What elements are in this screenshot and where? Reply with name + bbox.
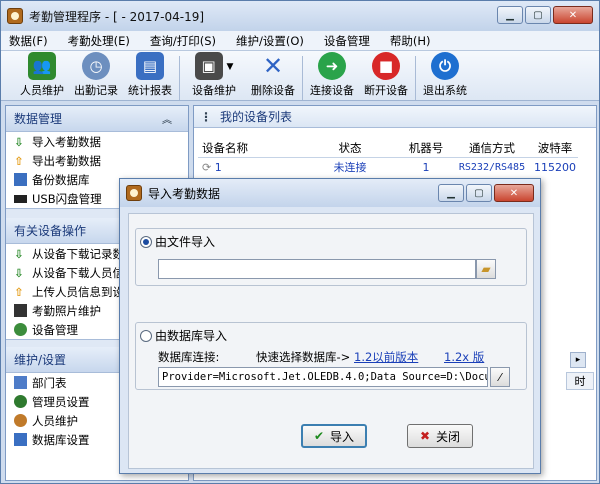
table-header: 设备名称 状态 机器号 通信方式 波特率 (198, 140, 578, 158)
toolbar-users-button[interactable]: 👥 人员维护 (15, 52, 69, 100)
power-icon: ⏻ (431, 52, 459, 80)
device-icon: ⟳ (202, 160, 212, 174)
disconnect-icon: ■ (372, 52, 400, 80)
clock-icon: ◷ (82, 52, 110, 80)
file-import-group: 由文件导入 ▰ (135, 228, 527, 286)
import-button[interactable]: ✔ 导入 (301, 424, 367, 448)
quick-select-label: 快速选择数据库-> (256, 350, 351, 364)
down-arrow-icon: ⇩ (14, 247, 24, 261)
connect-icon: ➜ (318, 52, 346, 80)
device-table: 设备名称 状态 机器号 通信方式 波特率 ⟳ 1 未连接 1 RS232/RS4… (198, 140, 578, 176)
report-icon: ▤ (136, 52, 164, 80)
title-bar: 考勤管理程序 - [ - 2017-04-19] ▁ ▢ ✕ (1, 1, 599, 31)
sidebar-item-import[interactable]: ⇩ 导入考勤数据 (6, 132, 188, 151)
x-icon: ✖ (419, 429, 431, 443)
window-title: 考勤管理程序 - [ - 2017-04-19] (29, 9, 205, 24)
down-arrow-icon: ⇩ (14, 135, 24, 149)
dialog-body: 由文件导入 ▰ 由数据库导入 数据库连接: 快速选择数据库-> 1.2以前版本 … (128, 213, 534, 469)
close-button[interactable]: ✕ (553, 6, 593, 24)
link-new-version[interactable]: 1.2x 版 (444, 349, 484, 365)
dialog-minimize-button[interactable]: ▁ (438, 184, 464, 202)
from-db-radio[interactable]: 由数据库导入 (140, 327, 227, 344)
toolbar-attendance-button[interactable]: ◷ 出勤记录 (69, 52, 123, 100)
checkmark-icon: ✔ (313, 429, 325, 443)
down-arrow-icon: ⇩ (14, 266, 24, 280)
connection-string-input[interactable]: Provider=Microsoft.Jet.OLEDB.4.0;Data So… (158, 367, 488, 387)
dialog-maximize-button[interactable]: ▢ (466, 184, 492, 202)
users-icon: 👥 (28, 52, 56, 80)
link-old-version[interactable]: 1.2以前版本 (354, 349, 418, 365)
sidebar-item-export[interactable]: ⇧ 导出考勤数据 (6, 151, 188, 170)
db-connection-label: 数据库连接: (158, 350, 220, 364)
photo-icon (14, 304, 27, 317)
backup-icon (14, 173, 27, 186)
maximize-button[interactable]: ▢ (525, 6, 551, 24)
app-icon (7, 8, 23, 24)
folder-open-icon[interactable]: ▰ (476, 259, 496, 279)
toolbar-separator (415, 56, 416, 100)
dialog-close-action-button[interactable]: ✖ 关闭 (407, 424, 473, 448)
toolbar-delete-device-button[interactable]: ✕ 删除设备 (246, 52, 300, 100)
toolbar-connect-button[interactable]: ➜ 连接设备 (305, 52, 359, 100)
collapse-icon[interactable]: ︽ (162, 111, 172, 126)
menu-query-print[interactable]: 查询/打印(S) (150, 33, 216, 49)
dialog-title-bar: 导入考勤数据 ▁ ▢ ✕ (120, 179, 540, 207)
file-path-input[interactable] (158, 259, 476, 279)
column-header-time: 时 (566, 372, 594, 390)
menu-maintenance[interactable]: 维护/设置(O) (236, 33, 304, 49)
up-arrow-icon: ⇧ (14, 285, 24, 299)
grip-icon: ⋮ (200, 109, 212, 124)
radio-selected-icon (140, 235, 152, 248)
minimize-button[interactable]: ▁ (497, 6, 523, 24)
toolbar-exit-button[interactable]: ⏻ 退出系统 (418, 52, 472, 100)
toolbar-separator (302, 56, 303, 100)
dialog-close-button[interactable]: ✕ (494, 184, 534, 202)
sidebar-section-header[interactable]: 数据管理 ︽ (6, 106, 188, 132)
users-icon (14, 414, 27, 427)
menu-data[interactable]: 数据(F) (9, 33, 48, 49)
menu-help[interactable]: 帮助(H) (390, 33, 431, 49)
gear-icon (14, 323, 27, 336)
toolbar: 👥 人员维护 ◷ 出勤记录 ▤ 统计报表 ▣ ▼ 设备维护 ✕ 删除设备 ➜ 连… (1, 51, 599, 101)
table-row[interactable]: ⟳ 1 未连接 1 RS232/RS485 115200 (198, 158, 578, 176)
radio-unselected-icon (140, 329, 152, 342)
up-arrow-icon: ⇧ (14, 154, 24, 168)
usb-icon (14, 194, 27, 203)
database-icon (14, 433, 27, 446)
delete-x-icon: ✕ (262, 52, 284, 80)
menu-attendance[interactable]: 考勤处理(E) (68, 33, 130, 49)
menu-device[interactable]: 设备管理 (324, 33, 370, 49)
admin-icon (14, 395, 27, 408)
dropdown-arrow-icon[interactable]: ▼ (227, 62, 234, 72)
toolbar-disconnect-button[interactable]: ■ 断开设备 (359, 52, 413, 100)
db-import-group: 由数据库导入 数据库连接: 快速选择数据库-> 1.2以前版本 1.2x 版 P… (135, 322, 527, 390)
device-icon: ▣ (194, 52, 223, 80)
import-dialog: 导入考勤数据 ▁ ▢ ✕ 由文件导入 ▰ 由数据库导入 数据库连接: 快速选择数… (119, 178, 541, 474)
db-browse-icon[interactable]: ⁄ (490, 367, 510, 387)
main-window: 考勤管理程序 - [ - 2017-04-19] ▁ ▢ ✕ 数据(F) 考勤处… (0, 0, 600, 484)
from-file-radio[interactable]: 由文件导入 (140, 233, 215, 250)
toolbar-separator (179, 56, 180, 100)
device-list-header: ⋮ 我的设备列表 (194, 106, 596, 128)
menu-bar: 数据(F) 考勤处理(E) 查询/打印(S) 维护/设置(O) 设备管理 帮助(… (1, 31, 599, 51)
toolbar-report-button[interactable]: ▤ 统计报表 (123, 52, 177, 100)
scroll-right-button[interactable]: ▸ (570, 352, 586, 368)
department-icon (14, 376, 27, 389)
app-icon (126, 185, 142, 201)
toolbar-device-button[interactable]: ▣ ▼ 设备维护 (182, 52, 246, 100)
